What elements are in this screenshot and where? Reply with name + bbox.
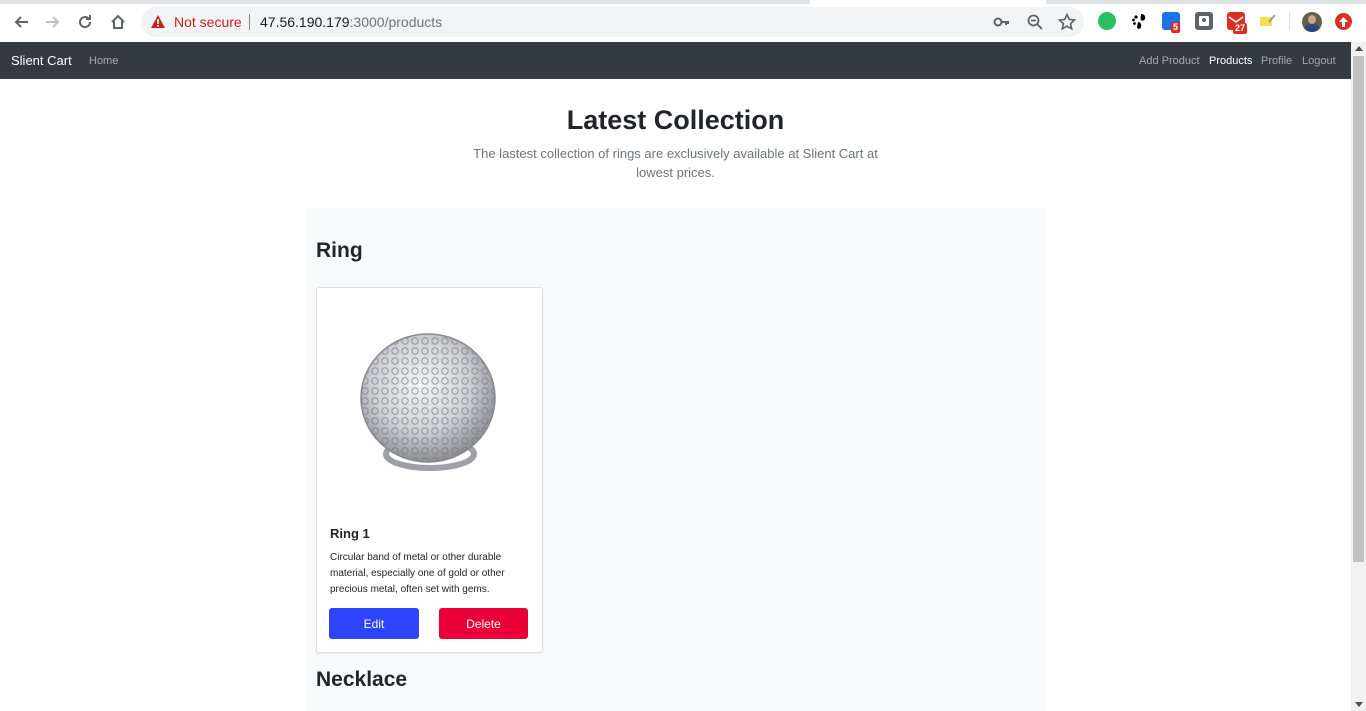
page-title: Latest Collection: [566, 105, 785, 135]
url-path: :3000/products: [349, 14, 443, 30]
edit-button[interactable]: Edit: [329, 608, 419, 639]
collection-container: Ring Ring 1 Circular band of metal or ot…: [306, 208, 1046, 711]
scroll-thumb[interactable]: [1353, 56, 1364, 562]
page-subtitle: The lastest collection of rings are excl…: [473, 146, 878, 180]
product-card: Ring 1 Circular band of metal or other d…: [316, 287, 543, 653]
forward-icon[interactable]: [41, 10, 65, 34]
bookmark-star-icon[interactable]: [1058, 13, 1076, 31]
omnibox-divider: [249, 14, 250, 30]
gnome-icon[interactable]: [1130, 12, 1148, 30]
url-host: 47.56.190.179: [260, 14, 350, 30]
highlighter-icon[interactable]: [1259, 12, 1277, 30]
key-icon[interactable]: [993, 13, 1011, 31]
nav-logout[interactable]: Logout: [1302, 55, 1336, 67]
home-icon[interactable]: [106, 10, 130, 34]
scroll-up-arrow-icon[interactable]: [1355, 46, 1363, 51]
address-bar[interactable]: Not secure 47.56.190.179:3000/products: [141, 7, 1084, 37]
product-description: Circular band of metal or other durable …: [330, 552, 505, 595]
pocket-icon[interactable]: [1195, 12, 1213, 30]
page-scrollbar[interactable]: [1351, 42, 1366, 711]
reload-icon[interactable]: [73, 10, 97, 34]
tab-strip: [0, 0, 1366, 4]
brand-link[interactable]: Slient Cart: [11, 53, 72, 68]
app-navbar: Slient Cart Home Add Product Products Pr…: [0, 42, 1351, 79]
update-icon[interactable]: [1335, 13, 1352, 30]
evernote-icon[interactable]: [1098, 12, 1116, 30]
scroll-down-arrow-icon[interactable]: [1355, 702, 1363, 707]
security-label[interactable]: Not secure: [174, 14, 242, 30]
gmail-badge: 27: [1233, 23, 1248, 34]
product-name: Ring 1: [330, 526, 370, 541]
gmail-icon[interactable]: 27: [1227, 12, 1248, 34]
delete-button[interactable]: Delete: [439, 608, 528, 639]
browser-toolbar: Not secure 47.56.190.179:3000/products 5…: [0, 0, 1366, 42]
section-title-necklace: Necklace: [316, 668, 408, 691]
product-image: [317, 288, 542, 514]
url-text[interactable]: 47.56.190.179:3000/products: [260, 14, 442, 30]
tasks-badge: 5: [1171, 22, 1181, 33]
nav-profile[interactable]: Profile: [1261, 55, 1292, 67]
toolbar-divider: [1289, 12, 1290, 30]
zoom-icon[interactable]: [1026, 13, 1044, 31]
nav-add-product[interactable]: Add Product: [1139, 55, 1200, 67]
warning-icon[interactable]: [150, 14, 166, 29]
avatar[interactable]: [1302, 12, 1322, 32]
tasks-icon[interactable]: 5: [1162, 12, 1181, 33]
section-title-ring: Ring: [316, 239, 363, 262]
back-icon[interactable]: [9, 10, 33, 34]
nav-products[interactable]: Products: [1209, 55, 1252, 67]
nav-home[interactable]: Home: [89, 55, 118, 67]
